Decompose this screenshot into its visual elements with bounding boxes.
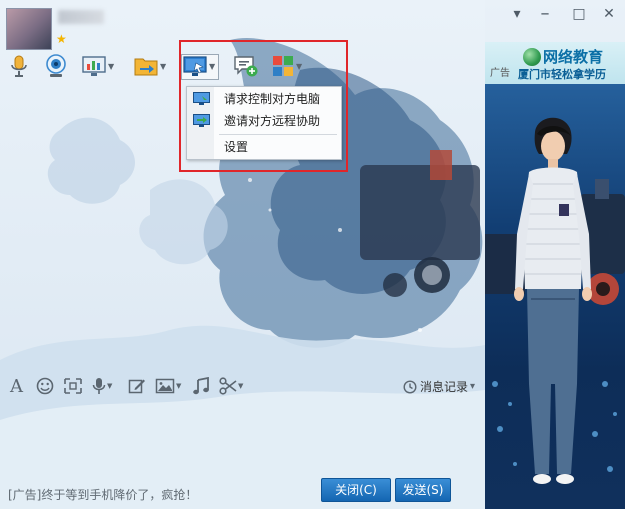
image-icon (155, 378, 175, 394)
edit-icon (128, 379, 145, 394)
scissors-icon (219, 377, 237, 395)
globe-icon (523, 48, 541, 66)
ad-banner[interactable]: 广告 网络教育 厦门市轻松拿学历 (485, 42, 625, 84)
minimize-button[interactable]: – (536, 5, 554, 23)
send-button[interactable]: 发送(S) (395, 478, 451, 502)
mic-icon (11, 55, 27, 77)
menu-item-request-control[interactable]: 请求控制对方电脑 (187, 89, 341, 109)
clock-icon (403, 379, 417, 394)
chat-window: ★ ▾ – □ ✕ ▼ ▼ ▼ ▼ 请求控制对方电脑 邀请对方远程协助 设置 广… (0, 0, 625, 509)
close-button[interactable]: 关闭(C) (321, 478, 391, 502)
music-button[interactable] (192, 375, 210, 397)
ad-subtitle: 厦门市轻松拿学历 (518, 68, 606, 81)
show-model-illustration (485, 117, 625, 484)
monitor-invite-icon (193, 114, 210, 127)
menu-item-invite-assist[interactable]: 邀请对方远程协助 (187, 111, 341, 131)
screenshot-icon (64, 378, 82, 394)
image-button[interactable]: ▼ (155, 375, 181, 397)
emoji-button[interactable] (36, 375, 54, 397)
microphone-icon (92, 378, 106, 394)
avatar[interactable] (6, 8, 52, 50)
close-window-button[interactable]: ✕ (600, 6, 618, 22)
font-icon: A (10, 375, 23, 397)
footer-ad-link[interactable]: [广告]终于等到手机降价了，疯抢！ (8, 486, 197, 503)
chevron-down-icon: ▾ (470, 381, 476, 392)
voice-call-button[interactable] (10, 53, 28, 79)
menu-separator (219, 134, 337, 135)
menu-item-label: 请求控制对方电脑 (224, 92, 321, 106)
voice-message-button[interactable]: ▼ (92, 375, 112, 397)
message-history-button[interactable]: 消息记录 ▾ (403, 378, 475, 395)
monitor-control-icon (193, 92, 210, 105)
remote-desktop-menu: 请求控制对方电脑 邀请对方远程协助 设置 (186, 86, 342, 160)
maximize-button[interactable]: □ (570, 6, 588, 22)
history-label: 消息记录 (420, 380, 469, 394)
contact-name-blurred (58, 10, 104, 24)
file-transfer-icon (134, 58, 158, 76)
music-icon (193, 377, 209, 395)
camera-icon (46, 54, 66, 77)
ad-panel[interactable]: 广告 网络教育 厦门市轻松拿学历 (485, 42, 625, 509)
minimize-menu-button[interactable]: ▾ (508, 6, 526, 22)
edit-button[interactable] (128, 375, 146, 397)
ad-tag: 广告 (490, 68, 510, 79)
video-call-button[interactable] (44, 53, 68, 79)
screen-share-button[interactable]: ▼ (82, 53, 114, 79)
font-button[interactable]: A (10, 375, 23, 397)
menu-item-settings[interactable]: 设置 (187, 137, 341, 157)
emoji-icon (36, 377, 54, 395)
screen-share-icon (82, 56, 106, 76)
menu-item-label: 邀请对方远程协助 (224, 114, 321, 128)
menu-item-label: 设置 (224, 140, 249, 154)
vip-star-icon: ★ (56, 32, 67, 46)
scissors-button[interactable]: ▼ (219, 375, 243, 397)
file-transfer-button[interactable]: ▼ (134, 53, 166, 79)
ad-title: 网络教育 (543, 48, 604, 66)
screenshot-button[interactable] (63, 375, 83, 397)
